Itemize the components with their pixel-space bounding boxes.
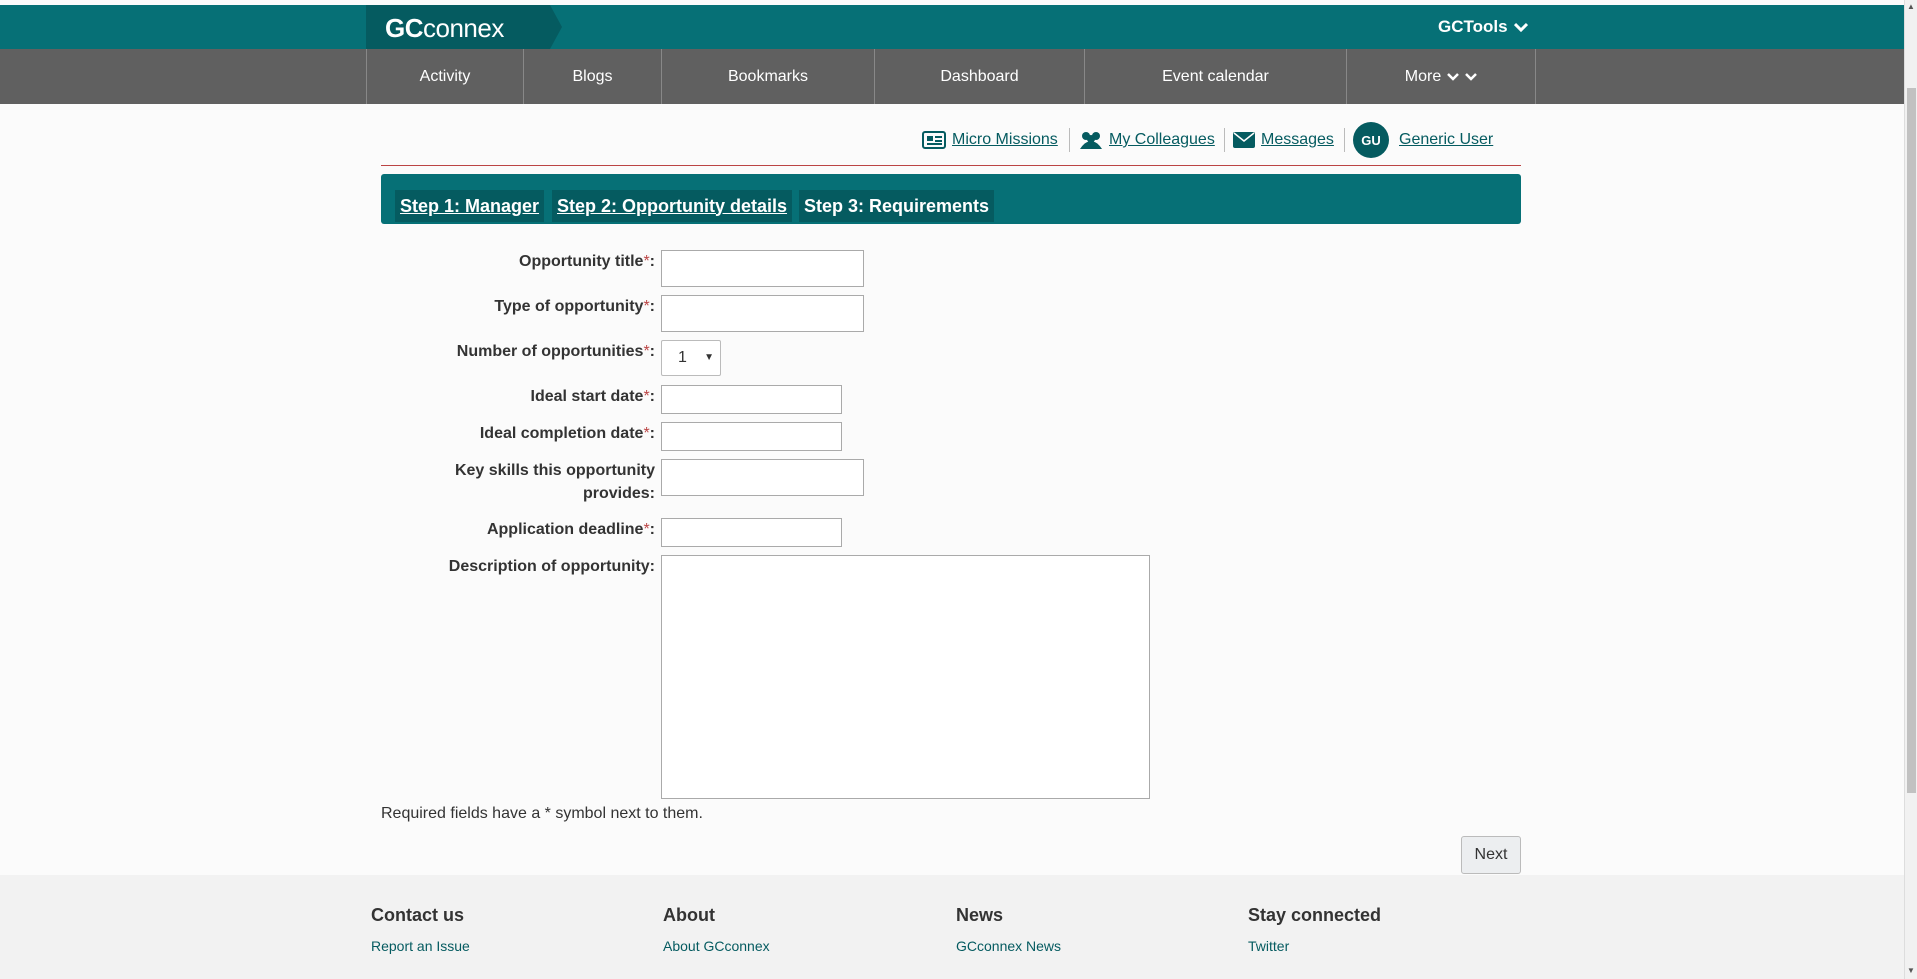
user-name: Generic User: [1399, 131, 1494, 148]
number-of-opportunities-value: 1: [678, 349, 687, 366]
application-deadline-label: Application deadline*:: [486, 521, 655, 538]
twitter-link[interactable]: Twitter: [1248, 938, 1289, 954]
divider: [1069, 128, 1070, 152]
gcconnex-news-link[interactable]: GCconnex News: [956, 938, 1061, 954]
divider: [1344, 128, 1345, 152]
next-button[interactable]: Next: [1461, 836, 1521, 874]
ideal-completion-date-label: Ideal completion date*:: [479, 425, 655, 442]
scroll-up-icon[interactable]: ▲: [1907, 2, 1915, 11]
key-skills-label: Key skills this opportunity provides:: [454, 462, 655, 502]
nav-item-more[interactable]: More: [1347, 49, 1536, 104]
footer-heading: About: [663, 905, 715, 925]
number-of-opportunities-select[interactable]: 1 ▼: [661, 340, 721, 376]
footer-heading: Stay connected: [1248, 905, 1382, 925]
ideal-start-date-label: Ideal start date*:: [530, 388, 656, 405]
footer-col-contact: Contact us Report an Issue: [371, 905, 470, 956]
gcconnex-logo[interactable]: GCconnex: [366, 5, 562, 49]
nav-item-event-calendar[interactable]: Event calendar: [1085, 49, 1347, 104]
step-1-manager-link[interactable]: Step 1: Manager: [395, 190, 545, 222]
footer-col-news: News GCconnex News: [956, 905, 1061, 956]
opportunity-title-label: Opportunity title*:: [519, 253, 655, 270]
description-textarea[interactable]: [661, 555, 1150, 799]
ideal-completion-date-input[interactable]: [661, 422, 842, 451]
scroll-down-icon[interactable]: ▼: [1907, 966, 1915, 975]
envelope-icon: [1233, 132, 1255, 148]
gctools-menu-button[interactable]: GCTools: [1438, 17, 1528, 37]
footer-col-about: About About GCconnex: [663, 905, 770, 956]
type-of-opportunity-label: Type of opportunity*:: [494, 298, 655, 315]
newspaper-icon: [922, 131, 946, 149]
page-scrollbar[interactable]: ▲ ▼: [1904, 0, 1917, 979]
key-skills-input[interactable]: [661, 459, 864, 496]
micro-missions-link[interactable]: Micro Missions: [922, 124, 1058, 156]
micro-missions-label: Micro Missions: [952, 131, 1058, 148]
application-deadline-input[interactable]: [661, 518, 842, 547]
nav-item-blogs[interactable]: Blogs: [524, 49, 662, 104]
report-issue-link[interactable]: Report an Issue: [371, 938, 470, 954]
chevron-down-icon: [1447, 72, 1460, 81]
required-fields-note: Required fields have a * symbol next to …: [381, 805, 703, 822]
footer: Contact us Report an Issue About About G…: [0, 875, 1904, 979]
scroll-thumb[interactable]: [1907, 88, 1916, 793]
number-of-opportunities-label: Number of opportunities*:: [456, 343, 655, 360]
nav-item-activity[interactable]: Activity: [367, 49, 524, 104]
ideal-start-date-input[interactable]: [661, 385, 842, 414]
header-divider: [381, 165, 1521, 166]
caret-down-icon: ▼: [704, 352, 714, 363]
nav-item-dashboard[interactable]: Dashboard: [875, 49, 1085, 104]
top-bar: [0, 5, 1917, 49]
chevron-down-icon: [1513, 22, 1528, 32]
users-icon: [1080, 132, 1102, 149]
footer-heading: Contact us: [371, 905, 465, 925]
chevron-down-icon: [1465, 72, 1478, 81]
footer-col-stay-connected: Stay connected Twitter: [1248, 905, 1381, 956]
wizard-steps: Step 1: Manager Step 2: Opportunity deta…: [381, 174, 1521, 224]
step-3-requirements: Step 3: Requirements: [799, 190, 995, 222]
avatar: GU: [1353, 122, 1389, 158]
gctools-label: GCTools: [1438, 17, 1508, 36]
user-profile-link[interactable]: GU Generic User: [1353, 122, 1493, 158]
step-2-opportunity-details-link[interactable]: Step 2: Opportunity details: [552, 190, 793, 222]
footer-heading: News: [956, 905, 1004, 925]
divider: [1224, 128, 1225, 152]
user-toolbar: Micro Missions My Colleagues Messages GU…: [0, 122, 1917, 158]
description-label: Description of opportunity:: [448, 558, 655, 575]
nav-item-bookmarks[interactable]: Bookmarks: [662, 49, 875, 104]
main-nav: Activity Blogs Bookmarks Dashboard Event…: [0, 49, 1917, 104]
messages-link[interactable]: Messages: [1233, 124, 1334, 156]
my-colleagues-link[interactable]: My Colleagues: [1079, 124, 1215, 156]
logo-text: GCconnex: [385, 13, 504, 43]
about-gcconnex-link[interactable]: About GCconnex: [663, 938, 770, 954]
opportunity-title-input[interactable]: [661, 250, 864, 287]
type-of-opportunity-input[interactable]: [661, 295, 864, 332]
messages-label: Messages: [1261, 131, 1334, 148]
my-colleagues-label: My Colleagues: [1109, 131, 1215, 148]
